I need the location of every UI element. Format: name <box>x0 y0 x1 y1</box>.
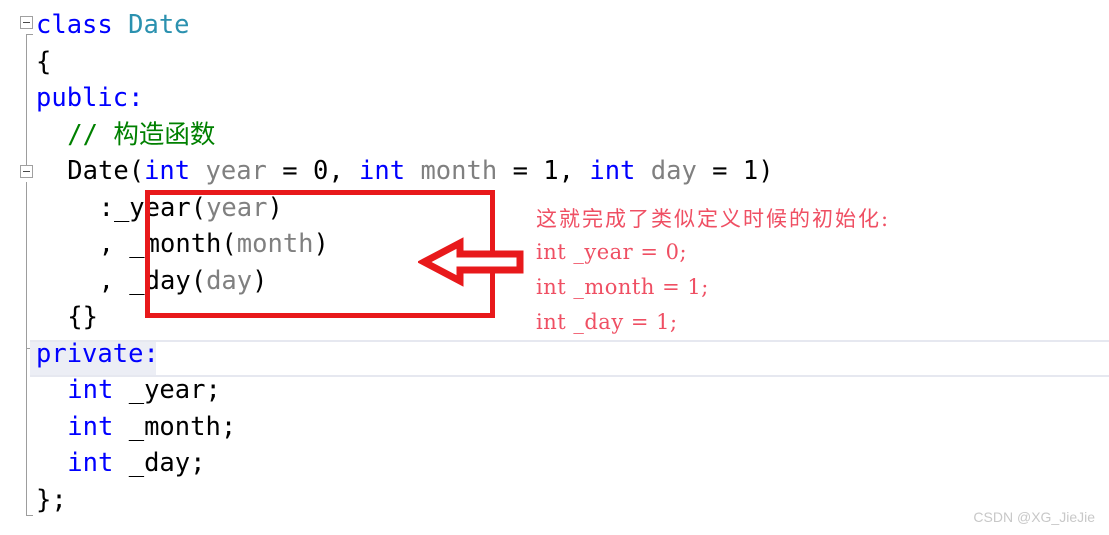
code-line-13[interactable]: int _day; <box>67 445 205 481</box>
code-line-11[interactable]: int _year; <box>67 372 221 408</box>
code-token: int <box>67 448 114 478</box>
code-editor-screenshot: class Date{public:// 构造函数 Date(int year =… <box>0 0 1109 535</box>
code-line-2[interactable]: { <box>36 44 51 80</box>
code-line-12[interactable]: int _month; <box>67 409 236 445</box>
code-token: int <box>67 411 114 442</box>
annotation-note-line-0: 这就完成了类似定义时候的初始化: <box>536 207 891 231</box>
code-line-14[interactable]: }; <box>36 482 67 518</box>
code-token: = 0, <box>266 156 360 186</box>
annotation-arrow-left-icon <box>418 237 524 287</box>
code-token: { <box>36 46 52 77</box>
code-token: = 1) <box>696 156 774 186</box>
annotation-note-line-1: int _year = 0; <box>536 240 688 264</box>
code-token: Date( <box>67 156 145 186</box>
code-token: int <box>144 156 191 186</box>
code-line-1[interactable]: class Date <box>36 7 190 43</box>
code-token: {} <box>67 302 99 332</box>
annotation-note-line-3: int _day = 1; <box>536 310 678 334</box>
code-line-10[interactable]: private: <box>36 336 159 372</box>
code-token: private: <box>36 338 159 369</box>
code-line-3[interactable]: public: <box>36 80 143 116</box>
code-token: _month; <box>113 411 237 442</box>
code-token: _year; <box>113 375 221 405</box>
code-line-4[interactable]: // 构造函数 <box>67 117 215 153</box>
code-token: }; <box>36 484 67 515</box>
csdn-watermark: CSDN @XG_JieJie <box>973 509 1095 525</box>
code-token: int <box>359 156 406 186</box>
code-token: _day; <box>113 448 206 478</box>
code-token: // 构造函数 <box>67 119 216 150</box>
code-token: day <box>650 156 697 186</box>
code-token: year <box>205 156 267 186</box>
code-line-5[interactable]: Date(int year = 0, int month = 1, int da… <box>67 153 773 189</box>
code-token: public: <box>36 83 144 113</box>
code-line-9[interactable]: {} <box>67 299 98 335</box>
code-token: month <box>420 156 498 186</box>
code-token: int <box>67 375 114 405</box>
annotation-note-line-2: int _month = 1; <box>536 275 709 299</box>
code-token: int <box>589 156 636 186</box>
code-token: = 1, <box>497 156 590 186</box>
code-token: Date <box>128 10 190 40</box>
code-token: class <box>36 10 113 40</box>
